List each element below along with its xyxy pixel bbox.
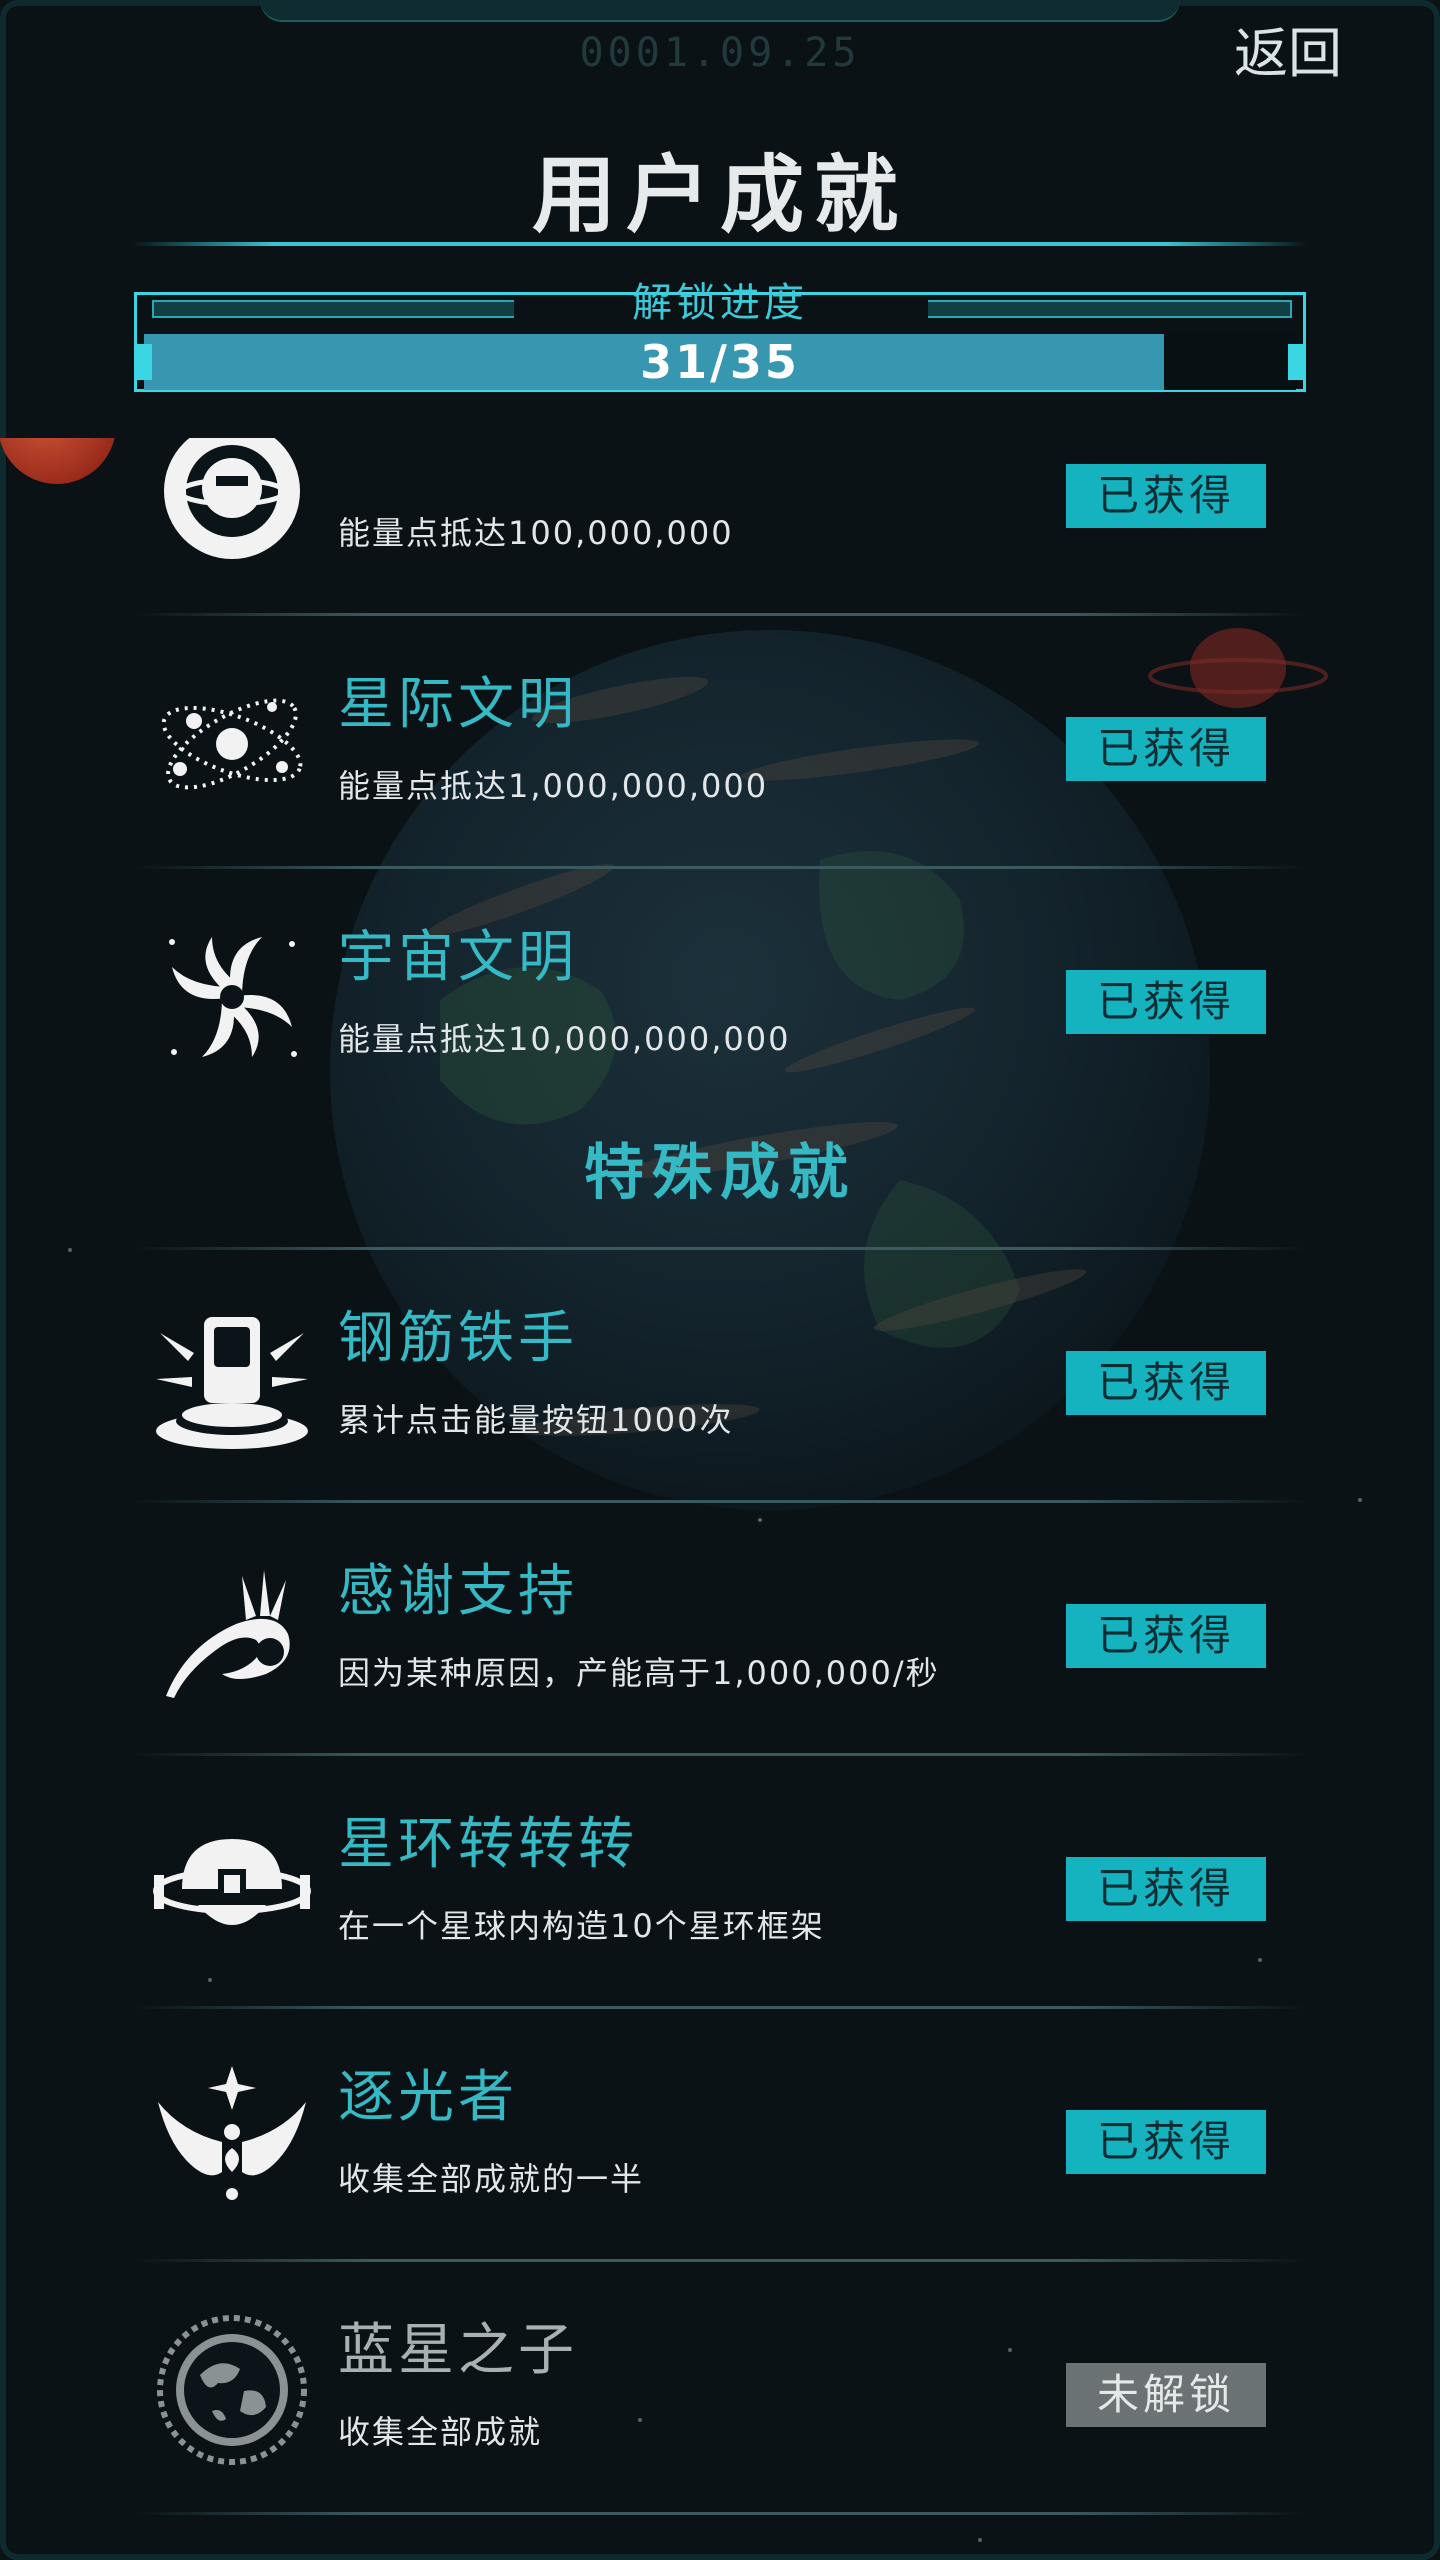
achievement-description: 能量点抵达10,000,000,000 — [338, 1020, 791, 1058]
achievement-status-badge[interactable]: 已获得 — [1066, 970, 1266, 1034]
title-divider — [132, 242, 1308, 246]
achievement-status-badge[interactable]: 已获得 — [1066, 464, 1266, 528]
list-item: 星环转转转 在一个星球内构造10个星环框架 已获得 — [132, 1759, 1308, 2009]
list-item: 蓝星之子 收集全部成就 未解锁 — [132, 2265, 1308, 2515]
row-divider — [132, 1753, 1308, 1756]
achievement-status-badge[interactable]: 已获得 — [1066, 2110, 1266, 2174]
winged-star-icon — [158, 2066, 306, 2200]
progress-cap-left — [134, 344, 152, 380]
ring-frame-icon — [153, 1839, 311, 1925]
list-item: 宇宙文明 能量点抵达10,000,000,000 已获得 — [132, 872, 1308, 1122]
achievement-description: 收集全部成就 — [338, 2413, 543, 2451]
achievement-name: 蓝星之子 — [338, 2318, 578, 2383]
row-divider — [132, 613, 1308, 616]
atom-orbit-icon — [161, 698, 303, 790]
list-item: 感谢支持 因为某种原因，产能高于1,000,000/秒 已获得 — [132, 1506, 1308, 1756]
progress-text: 31/35 — [640, 335, 800, 389]
achievement-name: 星环转转转 — [338, 1812, 638, 1877]
list-item: 逐光者 收集全部成就的一半 已获得 — [132, 2012, 1308, 2262]
achievement-status-badge[interactable]: 已获得 — [1066, 1857, 1266, 1921]
progress-bar: 31/35 — [144, 334, 1296, 390]
section-divider — [132, 1247, 1308, 1250]
achievement-description: 能量点抵达100,000,000 — [338, 514, 734, 552]
galaxy-spiral-icon — [169, 937, 297, 1057]
achievement-name: 感谢支持 — [338, 1559, 578, 1624]
achievement-name: 星际文明 — [338, 672, 578, 737]
achievement-description: 在一个星球内构造10个星环框架 — [338, 1907, 825, 1945]
achievement-status-badge[interactable]: 已获得 — [1066, 717, 1266, 781]
achievement-name: 宇宙文明 — [338, 925, 578, 990]
game-date: 0001.09.25 — [579, 30, 861, 76]
achievement-name: 钢筋铁手 — [338, 1306, 578, 1371]
row-divider — [132, 866, 1308, 869]
red-planet-decoration — [0, 438, 116, 484]
list-item: 星际文明 能量点抵达1,000,000,000 已获得 — [132, 619, 1308, 869]
row-divider — [132, 2006, 1308, 2009]
achievement-name: 逐光者 — [338, 2065, 518, 2130]
earth-emblem-icon — [157, 2315, 307, 2465]
special-section-title: 特殊成就 — [584, 1138, 856, 1208]
achievement-description: 因为某种原因，产能高于1,000,000/秒 — [338, 1654, 940, 1692]
ok-hand-icon — [166, 1570, 290, 1698]
achievement-description: 收集全部成就的一半 — [338, 2160, 645, 2198]
achievement-description: 能量点抵达1,000,000,000 — [338, 767, 769, 805]
top-frame-lip — [260, 0, 1180, 22]
page-title: 用户成就 — [531, 146, 908, 244]
achievement-description: 累计点击能量按钮1000次 — [338, 1401, 734, 1439]
ringed-planet-icon — [164, 438, 300, 559]
row-divider — [132, 1500, 1308, 1503]
list-item: 能量点抵达100,000,000 已获得 — [132, 438, 1308, 616]
achievement-status-badge[interactable]: 未解锁 — [1066, 2363, 1266, 2427]
row-divider — [132, 2259, 1308, 2262]
achievement-list[interactable]: 能量点抵达100,000,000 已获得 星际文明 能量点抵达1,000,000… — [0, 438, 1440, 2560]
progress-cap-right — [1288, 344, 1306, 380]
list-item: 钢筋铁手 累计点击能量按钮1000次 已获得 — [132, 1253, 1308, 1503]
progress-label: 解锁进度 — [632, 280, 808, 326]
back-button[interactable]: 返回 — [1228, 22, 1348, 86]
achievement-status-badge[interactable]: 已获得 — [1066, 1604, 1266, 1668]
pressed-button-icon — [156, 1317, 308, 1449]
row-divider — [132, 2512, 1308, 2515]
achievement-status-badge[interactable]: 已获得 — [1066, 1351, 1266, 1415]
